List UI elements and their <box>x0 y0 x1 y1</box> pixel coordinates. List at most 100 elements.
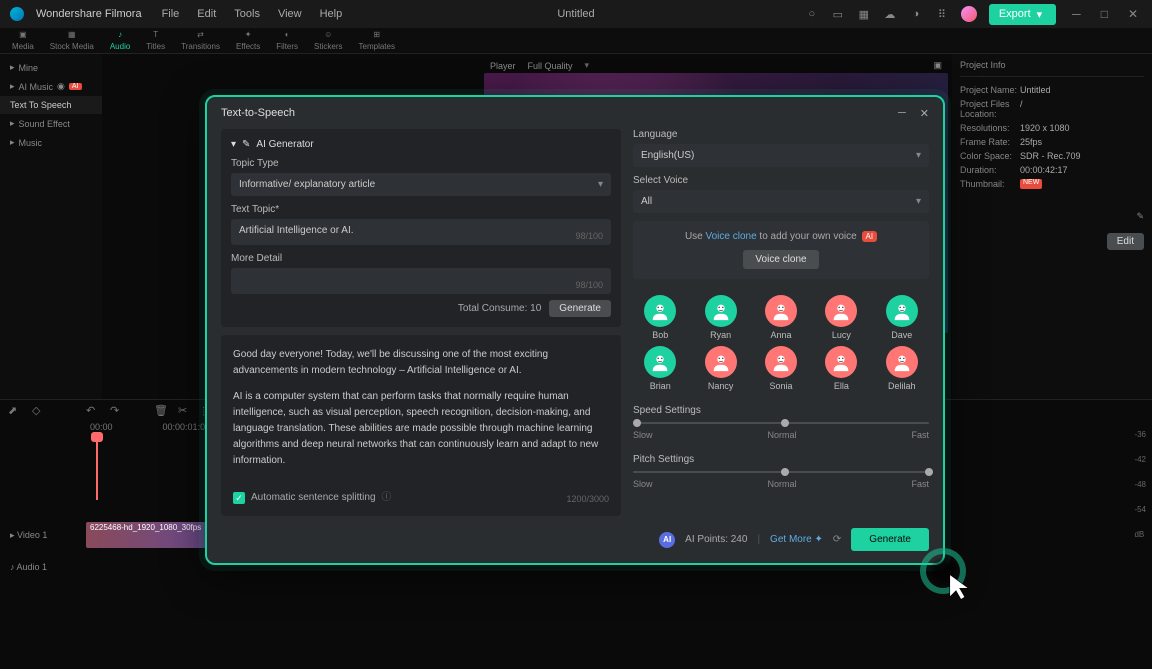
voice-clone-button[interactable]: Voice clone <box>743 250 818 269</box>
voice-clone-banner: Use Voice clone to add your own voice AI… <box>633 221 929 279</box>
sidebar-item-sfx[interactable]: ▸ Sound Effect <box>0 114 102 133</box>
avatar-icon <box>644 346 676 378</box>
video-track-icon[interactable]: ▸ <box>10 530 15 540</box>
export-button[interactable]: Export▾ <box>989 4 1056 25</box>
support-icon[interactable]: ◑ <box>909 7 923 21</box>
voice-filter-select[interactable]: All▾ <box>633 190 929 213</box>
generate-button[interactable]: Generate <box>851 528 929 551</box>
voice-brian[interactable]: Brian <box>633 346 687 391</box>
voice-dave[interactable]: Dave <box>875 295 929 340</box>
sidebar-item-mine[interactable]: ▸ Mine <box>0 58 102 77</box>
auto-split-checkbox[interactable]: ✓ <box>233 492 245 504</box>
filters-icon: ◐ <box>280 28 294 40</box>
voice-bob[interactable]: Bob <box>633 295 687 340</box>
stock-icon: ▦ <box>65 28 79 40</box>
consume-label: Total Consume: 10 <box>458 303 541 314</box>
tab-stickers[interactable]: ☺Stickers <box>306 28 350 53</box>
refresh-icon[interactable]: ⟳ <box>833 534 841 545</box>
audio-icon: ♪ <box>113 28 127 40</box>
menu-help[interactable]: Help <box>320 8 343 20</box>
maximize-icon[interactable]: □ <box>1097 7 1112 21</box>
voice-ryan[interactable]: Ryan <box>693 295 747 340</box>
tab-titles[interactable]: TTitles <box>138 28 173 53</box>
avatar-icon <box>644 295 676 327</box>
sidebar-item-ai-music[interactable]: ▸ AI Music ◉ AI <box>0 77 102 96</box>
apps-icon[interactable]: ⠿ <box>935 7 949 21</box>
user-avatar[interactable] <box>961 6 977 22</box>
speed-label: Speed Settings <box>633 405 929 416</box>
redo-icon[interactable]: ↷ <box>110 404 124 418</box>
pointer-icon[interactable]: ⬈ <box>8 404 22 418</box>
collapse-icon[interactable]: ▾ <box>231 139 236 150</box>
sidebar-item-tts[interactable]: Text To Speech <box>0 96 102 114</box>
text-topic-input[interactable]: Artificial Intelligence or AI.98/100 <box>231 219 611 245</box>
snapshot-icon[interactable]: ▣ <box>933 60 942 71</box>
audio-track-icon[interactable]: ♪ <box>10 562 15 572</box>
tab-transitions[interactable]: ⇄Transitions <box>173 28 228 53</box>
voice-delilah[interactable]: Delilah <box>875 346 929 391</box>
tab-media[interactable]: ▣Media <box>4 28 42 53</box>
tab-stock[interactable]: ▦Stock Media <box>42 28 102 53</box>
pitch-slider[interactable] <box>633 471 929 473</box>
topic-type-select[interactable]: Informative/ explanatory article▾ <box>231 173 611 196</box>
select-voice-label: Select Voice <box>633 175 929 186</box>
avatar-icon <box>705 295 737 327</box>
effects-icon: ✦ <box>241 28 255 40</box>
menu-tools[interactable]: Tools <box>234 8 260 20</box>
output-char-count: 1200/3000 <box>566 492 609 506</box>
cloud-icon[interactable]: ☁ <box>883 7 897 21</box>
voice-lucy[interactable]: Lucy <box>814 295 868 340</box>
chevron-down-icon: ▾ <box>1037 8 1043 21</box>
titlebar: Wondershare Filmora File Edit Tools View… <box>0 0 1152 28</box>
voice-ella[interactable]: Ella <box>814 346 868 391</box>
tab-filters[interactable]: ◐Filters <box>268 28 306 53</box>
chevron-down-icon: ▾ <box>598 179 603 190</box>
cut-icon[interactable]: ✂ <box>178 404 192 418</box>
ai-wand-icon: ✎ <box>242 139 250 150</box>
tab-templates[interactable]: ⊞Templates <box>351 28 403 53</box>
app-logo <box>10 7 24 21</box>
delete-icon[interactable]: 🗑 <box>154 404 168 418</box>
screen-icon[interactable]: ▭ <box>831 7 845 21</box>
rec-icon: ◉ <box>57 81 65 92</box>
record-icon[interactable]: ○ <box>805 7 819 21</box>
player-quality[interactable]: Full Quality <box>528 61 573 71</box>
menu-file[interactable]: File <box>162 8 180 20</box>
ai-points-label: AI Points: 240 <box>685 534 747 545</box>
new-badge: NEW <box>1020 179 1042 189</box>
info-icon[interactable]: ⓘ <box>382 490 392 506</box>
minimize-icon[interactable]: ─ <box>1068 7 1085 21</box>
close-icon[interactable]: ✕ <box>920 107 929 120</box>
cursor-icon[interactable]: ◇ <box>32 404 46 418</box>
video-clip[interactable]: 6225468-hd_1920_1080_30fps <box>86 522 206 548</box>
library-icon[interactable]: ▦ <box>857 7 871 21</box>
more-detail-input[interactable]: 98/100 <box>231 268 611 294</box>
menu-edit[interactable]: Edit <box>197 8 216 20</box>
get-more-link[interactable]: Get More ✦ <box>770 534 823 545</box>
avatar-icon <box>886 295 918 327</box>
output-textarea[interactable]: Good day everyone! Today, we'll be discu… <box>221 335 621 516</box>
undo-icon[interactable]: ↶ <box>86 404 100 418</box>
language-select[interactable]: English(US)▾ <box>633 144 929 167</box>
voice-sonia[interactable]: Sonia <box>754 346 808 391</box>
tab-effects[interactable]: ✦Effects <box>228 28 268 53</box>
inspector-header: Project Info <box>960 60 1144 77</box>
playhead[interactable] <box>96 440 98 500</box>
sidebar-item-music[interactable]: ▸ Music <box>0 133 102 152</box>
generate-text-button[interactable]: Generate <box>549 300 611 317</box>
menu-view[interactable]: View <box>278 8 302 20</box>
stickers-icon: ☺ <box>321 28 335 40</box>
topic-type-label: Topic Type <box>231 158 611 169</box>
voice-anna[interactable]: Anna <box>754 295 808 340</box>
more-detail-label: More Detail <box>231 253 611 264</box>
speed-slider[interactable] <box>633 422 929 424</box>
voice-nancy[interactable]: Nancy <box>693 346 747 391</box>
edit-thumbnail-icon[interactable]: ✎ <box>1136 211 1144 221</box>
chevron-down-icon: ▾ <box>585 60 590 71</box>
avatar-icon <box>886 346 918 378</box>
voice-clone-link[interactable]: Voice clone <box>706 231 757 242</box>
tab-audio[interactable]: ♪Audio <box>102 28 138 53</box>
edit-button[interactable]: Edit <box>1107 233 1144 250</box>
close-icon[interactable]: ✕ <box>1124 7 1142 21</box>
minimize-icon[interactable]: ─ <box>898 107 906 120</box>
